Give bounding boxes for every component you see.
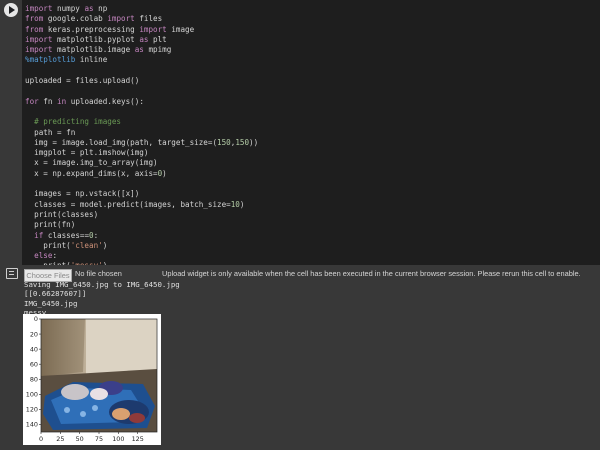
plot-svg: 0 20 40 60 80 100 120 140 0 25 50 75 100 125 — [26, 315, 158, 443]
output-line: [[0.66287607]] — [24, 289, 87, 299]
x-tick-label: 0 — [39, 435, 43, 443]
photo-image — [41, 319, 157, 432]
x-tick-label: 50 — [76, 435, 84, 443]
x-tick-label: 75 — [95, 435, 103, 443]
x-axis: 0 25 50 75 100 125 — [39, 432, 144, 443]
code-line: x = image.img_to_array(img) — [25, 158, 158, 168]
code-line: if classes==0: — [34, 230, 99, 240]
code-line: images = np.vstack([x]) — [25, 189, 140, 199]
y-tick-label: 80 — [30, 375, 38, 383]
code-line: imgplot = plt.imshow(img) — [25, 148, 149, 158]
run-cell-button[interactable] — [4, 3, 18, 17]
y-tick-label: 20 — [30, 330, 38, 338]
y-tick-label: 100 — [26, 391, 38, 399]
code-line: for fn in uploaded.keys(): — [25, 96, 144, 106]
y-tick-label: 60 — [30, 360, 38, 368]
code-line: path = fn — [25, 127, 76, 137]
code-line: import matplotlib.pyplot as plt — [25, 34, 167, 44]
code-line: img = image.load_img(path, target_size=(… — [25, 137, 259, 147]
output-line: Saving IMG_6450.jpg to IMG_6450.jpg — [24, 280, 180, 289]
y-tick-label: 120 — [26, 406, 38, 414]
code-line: print('clean') — [25, 240, 108, 250]
x-tick-label: 100 — [112, 435, 124, 443]
code-line: import matplotlib.image as mpimg — [25, 45, 172, 55]
code-text[interactable]: import numpy as np from google.colab imp… — [25, 4, 258, 272]
code-line: classes = model.predict(images, batch_si… — [25, 199, 245, 209]
y-axis: 0 20 40 60 80 100 120 140 — [26, 315, 41, 429]
output-text: Saving IMG_6450.jpg to IMG_6450.jpg [[0.… — [24, 280, 180, 318]
code-line: # predicting images — [25, 117, 122, 127]
code-line: from keras.preprocessing import image — [25, 24, 195, 34]
code-line: import numpy as np — [25, 4, 108, 13]
x-tick-label: 125 — [132, 435, 144, 443]
upload-widget-note: Upload widget is only available when the… — [162, 269, 581, 278]
code-line: %matplotlib inline — [25, 55, 108, 65]
file-status-text: No file chosen — [75, 269, 122, 278]
code-cell: import numpy as np from google.colab imp… — [0, 0, 600, 270]
clear-output-icon[interactable] — [6, 268, 18, 279]
play-icon — [9, 6, 15, 14]
x-tick-label: 25 — [56, 435, 64, 443]
code-line: uploaded = files.upload() — [25, 76, 140, 86]
code-line: print(classes) — [25, 209, 99, 219]
y-tick-label: 0 — [34, 315, 38, 323]
y-tick-label: 40 — [30, 345, 38, 353]
code-line: x = np.expand_dims(x, axis=0) — [25, 168, 167, 178]
code-line: from google.colab import files — [25, 14, 163, 24]
code-line: print(fn) — [25, 220, 76, 230]
output-line: IMG_6450.jpg — [24, 298, 78, 308]
image-plot: 0 20 40 60 80 100 120 140 0 25 50 75 100 125 — [23, 314, 161, 445]
y-tick-label: 140 — [26, 421, 38, 429]
code-line: else: — [34, 251, 58, 261]
